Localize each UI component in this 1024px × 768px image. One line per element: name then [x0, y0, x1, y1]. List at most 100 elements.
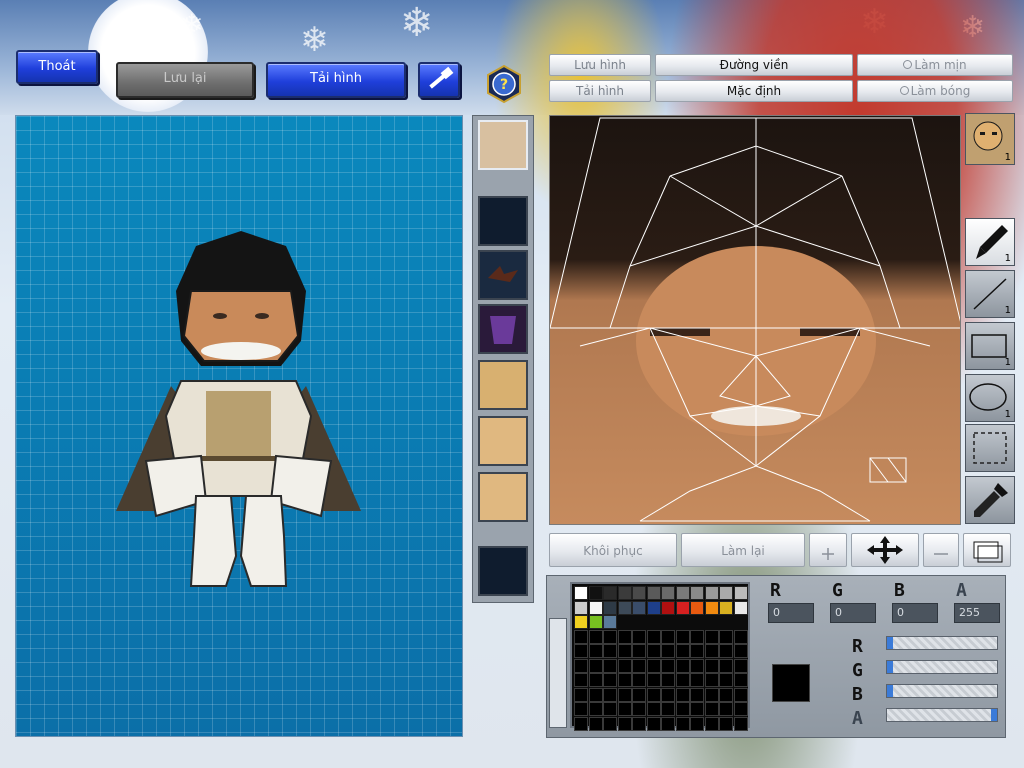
palette-empty-slot[interactable]: [574, 644, 588, 658]
palette-empty-slot[interactable]: [603, 716, 617, 731]
palette-empty-slot[interactable]: [617, 629, 632, 644]
a-slider[interactable]: [886, 708, 998, 722]
zoom-out-button[interactable]: [923, 533, 959, 567]
palette-empty-slot[interactable]: [690, 687, 704, 702]
r-slider[interactable]: [886, 636, 998, 650]
part-slot-brows[interactable]: [478, 250, 528, 300]
palette-empty-slot[interactable]: [617, 687, 632, 702]
r-value-input[interactable]: 0: [768, 603, 814, 623]
palette-empty-slot[interactable]: [675, 644, 690, 658]
save-face-button[interactable]: Lưu hình: [549, 54, 651, 76]
palette-empty-slot[interactable]: [646, 702, 661, 716]
palette-swatch[interactable]: [733, 600, 748, 615]
palette-empty-slot[interactable]: [661, 702, 675, 716]
palette-empty-slot[interactable]: [574, 687, 588, 702]
palette-empty-slot[interactable]: [617, 658, 632, 673]
palette-empty-slot[interactable]: [704, 702, 719, 716]
palette-empty-slot[interactable]: [617, 673, 632, 687]
palette-swatch[interactable]: [588, 586, 603, 600]
palette-empty-slot[interactable]: [646, 716, 661, 731]
zoom-in-button[interactable]: [809, 533, 847, 567]
palette-empty-slot[interactable]: [675, 658, 690, 673]
palette-empty-slot[interactable]: [733, 673, 748, 687]
palette-empty-slot[interactable]: [675, 716, 690, 731]
brush-tool[interactable]: 1: [965, 218, 1015, 266]
part-slot-face-2[interactable]: [478, 416, 528, 466]
palette-empty-slot[interactable]: [733, 658, 748, 673]
palette-empty-slot[interactable]: [704, 716, 719, 731]
color-tabs[interactable]: [549, 618, 567, 728]
palette-empty-slot[interactable]: [617, 702, 632, 716]
palette-empty-slot[interactable]: [719, 702, 733, 716]
color-palette[interactable]: [570, 582, 750, 731]
palette-swatch[interactable]: [661, 600, 675, 615]
save-button[interactable]: Lưu lại: [116, 62, 254, 98]
palette-empty-slot[interactable]: [632, 716, 646, 731]
layer-button[interactable]: [963, 533, 1011, 567]
palette-empty-slot[interactable]: [661, 687, 675, 702]
palette-empty-slot[interactable]: [661, 673, 675, 687]
palette-swatch[interactable]: [646, 586, 661, 600]
palette-empty-slot[interactable]: [675, 702, 690, 716]
palette-empty-slot[interactable]: [588, 716, 603, 731]
palette-empty-slot[interactable]: [690, 673, 704, 687]
eyedropper-tool[interactable]: [965, 476, 1015, 524]
palette-empty-slot[interactable]: [719, 687, 733, 702]
palette-empty-slot[interactable]: [675, 629, 690, 644]
palette-empty-slot[interactable]: [632, 644, 646, 658]
palette-empty-slot[interactable]: [646, 673, 661, 687]
palette-empty-slot[interactable]: [588, 687, 603, 702]
palette-empty-slot[interactable]: [646, 644, 661, 658]
g-slider-knob[interactable]: [887, 661, 893, 673]
palette-empty-slot[interactable]: [661, 716, 675, 731]
rectangle-tool[interactable]: 1: [965, 322, 1015, 370]
palette-swatch[interactable]: [603, 615, 617, 629]
palette-swatch[interactable]: [632, 586, 646, 600]
palette-empty-slot[interactable]: [704, 658, 719, 673]
palette-empty-slot[interactable]: [617, 716, 632, 731]
palette-empty-slot[interactable]: [603, 702, 617, 716]
palette-swatch[interactable]: [617, 600, 632, 615]
palette-empty-slot[interactable]: [719, 716, 733, 731]
outline-button[interactable]: Đường viền: [655, 54, 853, 76]
palette-swatch[interactable]: [661, 586, 675, 600]
b-slider-knob[interactable]: [887, 685, 893, 697]
palette-empty-slot[interactable]: [704, 629, 719, 644]
palette-empty-slot[interactable]: [603, 658, 617, 673]
palette-swatch[interactable]: [588, 615, 603, 629]
restore-button[interactable]: Khôi phục: [549, 533, 677, 567]
palette-swatch[interactable]: [646, 600, 661, 615]
palette-empty-slot[interactable]: [719, 629, 733, 644]
palette-empty-slot[interactable]: [704, 687, 719, 702]
palette-empty-slot[interactable]: [719, 673, 733, 687]
palette-swatch[interactable]: [719, 586, 733, 600]
part-slot-hair[interactable]: [478, 120, 528, 170]
palette-empty-slot[interactable]: [690, 658, 704, 673]
palette-empty-slot[interactable]: [632, 702, 646, 716]
palette-swatch[interactable]: [603, 586, 617, 600]
palette-empty-slot[interactable]: [588, 658, 603, 673]
palette-swatch[interactable]: [675, 600, 690, 615]
palette-swatch[interactable]: [617, 586, 632, 600]
palette-empty-slot[interactable]: [690, 644, 704, 658]
default-button[interactable]: Mặc định: [655, 80, 853, 102]
palette-empty-slot[interactable]: [704, 644, 719, 658]
palette-empty-slot[interactable]: [719, 644, 733, 658]
palette-empty-slot[interactable]: [675, 673, 690, 687]
exit-button[interactable]: Thoát: [16, 50, 98, 84]
help-button[interactable]: ?: [484, 64, 524, 104]
palette-empty-slot[interactable]: [588, 673, 603, 687]
palette-empty-slot[interactable]: [733, 702, 748, 716]
palette-swatch[interactable]: [690, 600, 704, 615]
palette-empty-slot[interactable]: [675, 687, 690, 702]
palette-swatch[interactable]: [733, 586, 748, 600]
palette-swatch[interactable]: [675, 586, 690, 600]
part-slot-empty[interactable]: [478, 546, 528, 596]
palette-swatch[interactable]: [574, 615, 588, 629]
portrait-tool[interactable]: 1: [965, 113, 1015, 165]
palette-empty-slot[interactable]: [603, 673, 617, 687]
palette-empty-slot[interactable]: [733, 716, 748, 731]
load-image-button[interactable]: Tải hình: [266, 62, 406, 98]
palette-empty-slot[interactable]: [733, 644, 748, 658]
palette-empty-slot[interactable]: [617, 644, 632, 658]
